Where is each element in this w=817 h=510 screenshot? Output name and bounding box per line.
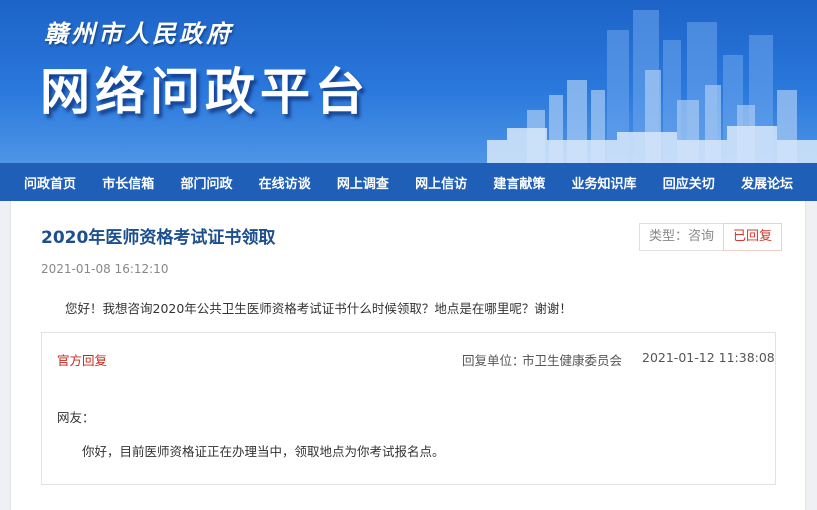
reply-label: 官方回复: [57, 353, 108, 368]
nav-item-response[interactable]: 回应关切: [663, 173, 715, 192]
city-skyline-illustration: [487, 10, 817, 163]
nav-item-online-petition[interactable]: 网上信访: [415, 173, 467, 192]
status-badge: 已回复: [723, 223, 783, 251]
government-name: 赣州市人民政府: [44, 19, 233, 48]
header-banner: 赣州市人民政府 网络问政平台: [0, 0, 817, 163]
nav-item-home[interactable]: 问政首页: [24, 173, 76, 192]
question-text: 您好！我想咨询2020年公共卫生医师资格考试证书什么时候领取？地点是在哪里呢？谢…: [65, 301, 572, 316]
nav-item-online-interview[interactable]: 在线访谈: [259, 173, 311, 192]
reply-unit: 市卫生健康委员会: [522, 353, 623, 368]
nav-item-online-survey[interactable]: 网上调查: [337, 173, 389, 192]
official-reply: 官方回复 回复单位： 市卫生健康委员会 2021-01-12 11:38:08 …: [41, 332, 776, 485]
reply-text: 你好，目前医师资格证正在办理当中，领取地点为你考试报名点。: [82, 444, 445, 459]
reply-unit-label: 回复单位：: [462, 353, 525, 368]
platform-title: 网络问政平台: [40, 63, 370, 121]
reply-timestamp: 2021-01-12 11:38:08: [642, 350, 775, 365]
post-content: 2020年医师资格考试证书领取 类型：咨询 已回复 2021-01-08 16:…: [10, 201, 806, 510]
nav-item-forum[interactable]: 发展论坛: [741, 173, 793, 192]
nav-item-knowledge-base[interactable]: 业务知识库: [572, 173, 637, 192]
post-title: 2020年医师资格考试证书领取: [41, 228, 276, 248]
post-timestamp: 2021-01-08 16:12:10: [41, 262, 169, 276]
nav-item-mayor-mailbox[interactable]: 市长信箱: [102, 173, 154, 192]
type-badge: 类型：咨询: [639, 223, 725, 251]
main-navigation: 问政首页 市长信箱 部门问政 在线访谈 网上调查 网上信访 建言献策 业务知识库…: [0, 163, 817, 201]
nav-item-suggestions[interactable]: 建言献策: [493, 173, 545, 192]
reply-greeting: 网友：: [57, 410, 95, 425]
nav-item-department-inquiry[interactable]: 部门问政: [180, 173, 232, 192]
